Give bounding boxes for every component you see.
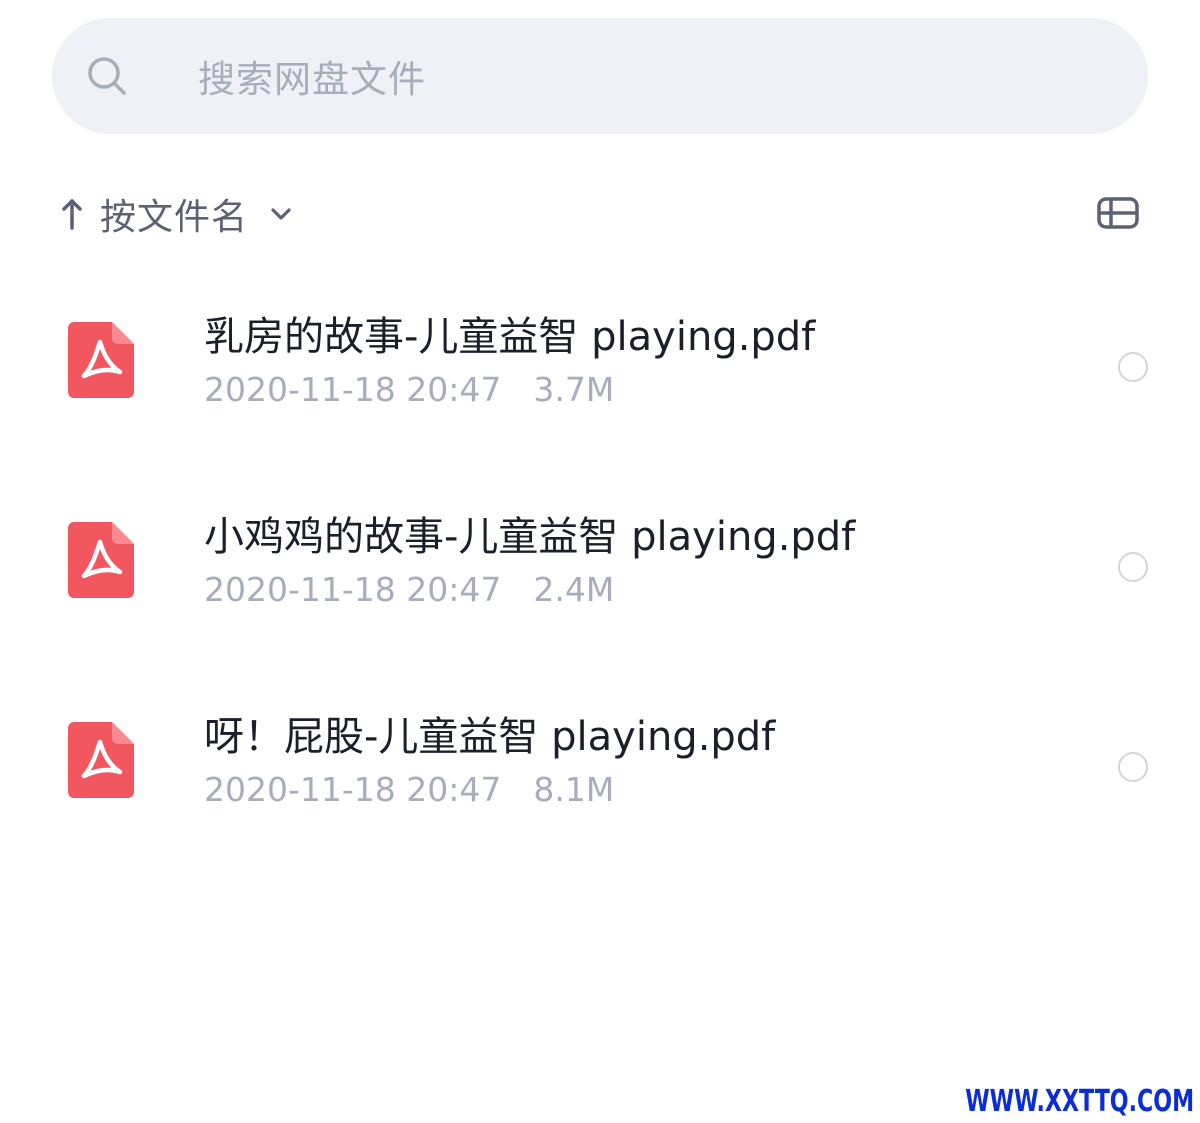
file-meta: 2020-11-18 20:47 2.4M	[204, 570, 614, 609]
file-date: 2020-11-18 20:47	[204, 570, 502, 609]
sort-label[interactable]: 按文件名	[100, 188, 248, 240]
list-view-icon[interactable]	[1096, 195, 1140, 231]
pdf-file-icon	[68, 322, 134, 398]
search-bar[interactable]: 搜索网盘文件	[52, 18, 1148, 134]
file-size: 2.4M	[533, 570, 615, 609]
chevron-down-icon	[271, 208, 291, 220]
file-row[interactable]: 呀！屁股-儿童益智 playing.pdf 2020-11-18 20:47 8…	[0, 670, 1200, 870]
file-name[interactable]: 小鸡鸡的故事-儿童益智 playing.pdf	[204, 504, 855, 562]
file-row[interactable]: 乳房的故事-儿童益智 playing.pdf 2020-11-18 20:47 …	[0, 270, 1200, 470]
file-row[interactable]: 小鸡鸡的故事-儿童益智 playing.pdf 2020-11-18 20:47…	[0, 470, 1200, 670]
search-placeholder[interactable]: 搜索网盘文件	[198, 49, 426, 103]
file-date: 2020-11-18 20:47	[204, 770, 502, 809]
file-meta: 2020-11-18 20:47 8.1M	[204, 770, 614, 809]
file-meta: 2020-11-18 20:47 3.7M	[204, 370, 614, 409]
select-checkbox[interactable]	[1118, 552, 1148, 582]
file-name[interactable]: 呀！屁股-儿童益智 playing.pdf	[204, 704, 775, 762]
select-checkbox[interactable]	[1118, 352, 1148, 382]
sort-control[interactable]: 按文件名	[60, 186, 292, 242]
watermark: WWW.XXTTQ.COM	[965, 1084, 1194, 1119]
file-date: 2020-11-18 20:47	[204, 370, 502, 409]
arrow-up-icon	[62, 199, 82, 230]
file-name[interactable]: 乳房的故事-儿童益智 playing.pdf	[204, 304, 815, 362]
select-checkbox[interactable]	[1118, 752, 1148, 782]
file-size: 3.7M	[533, 370, 615, 409]
search-icon	[88, 57, 126, 95]
pdf-file-icon	[68, 522, 134, 598]
pdf-file-icon	[68, 722, 134, 798]
file-size: 8.1M	[533, 770, 615, 809]
